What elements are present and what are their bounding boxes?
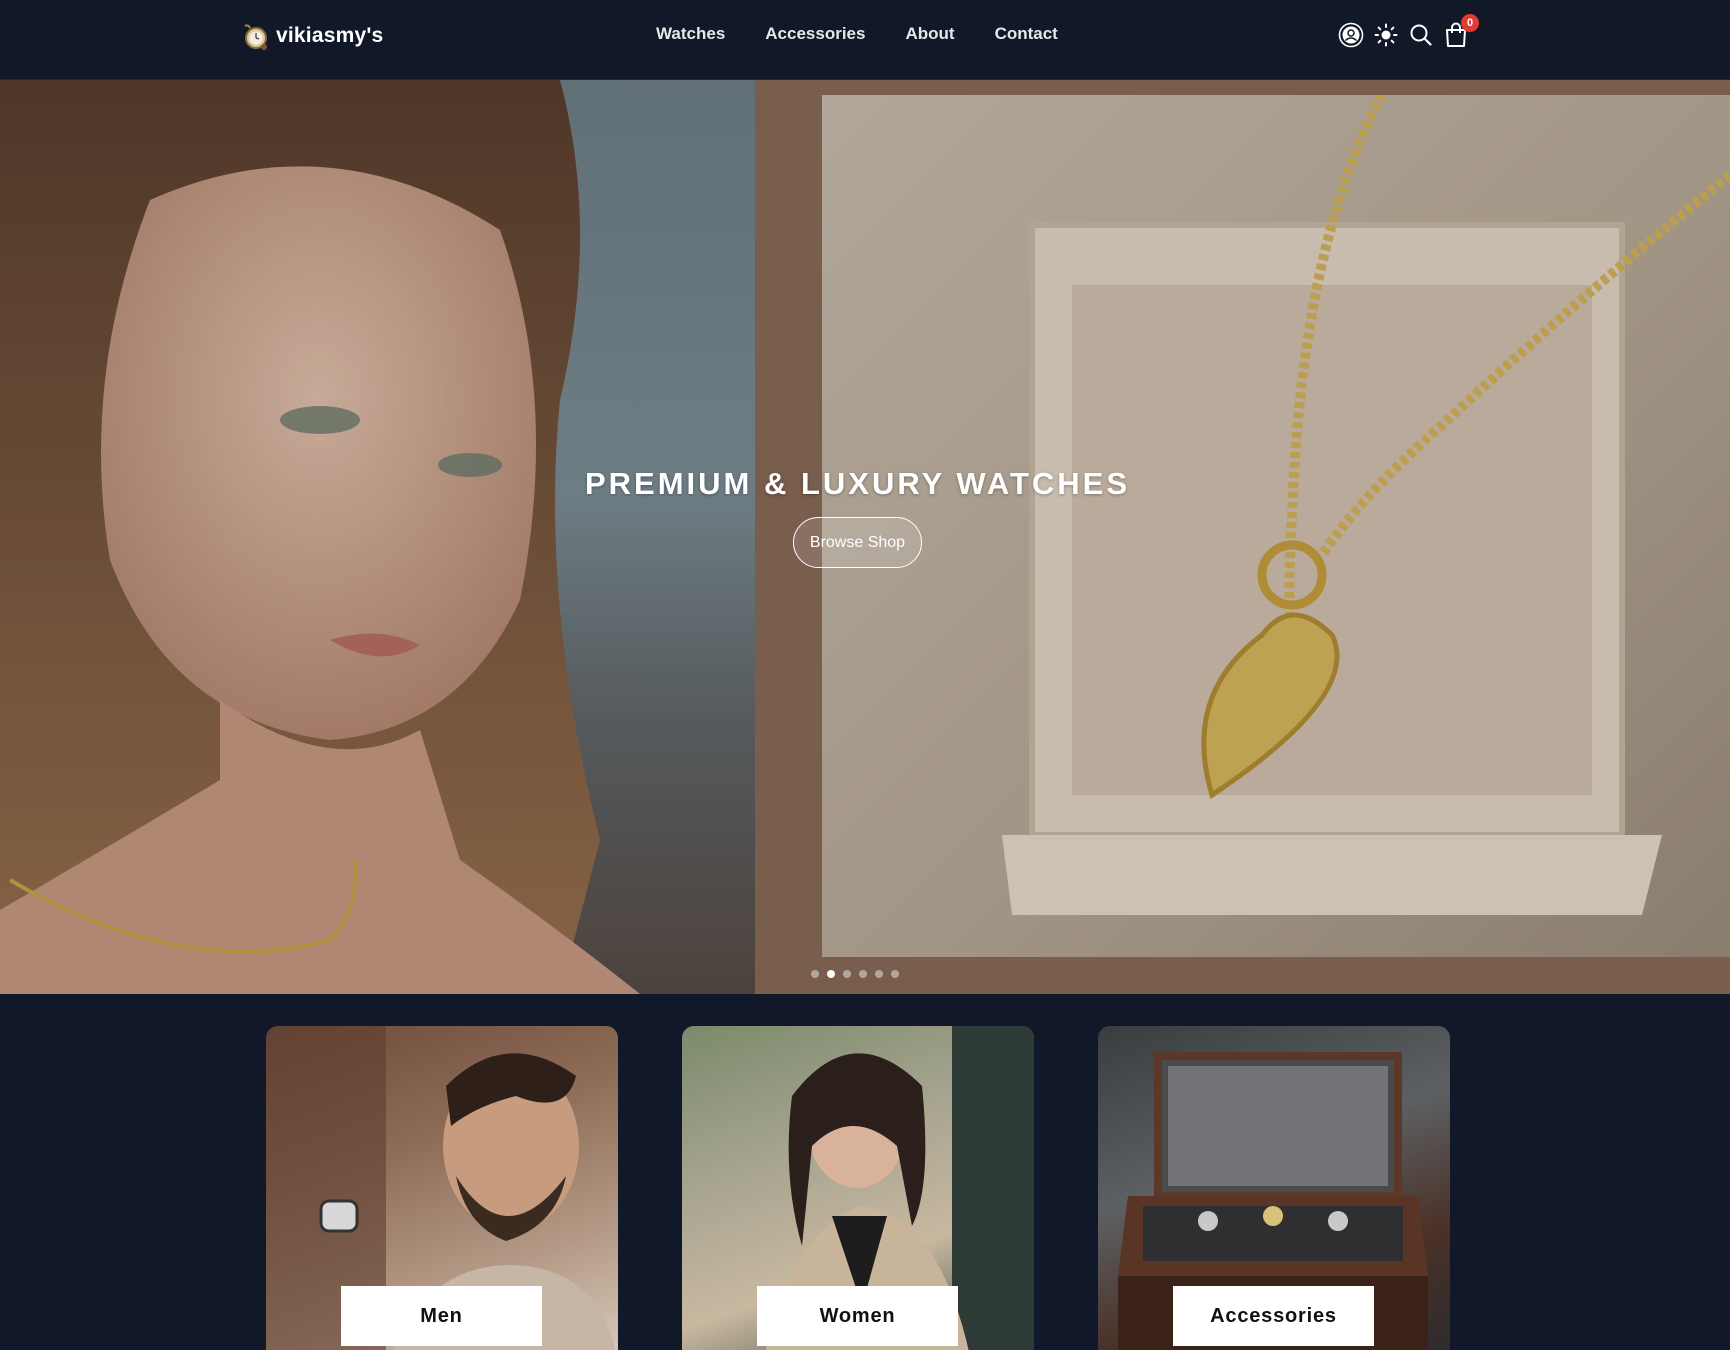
category-label-accessories: Accessories xyxy=(1173,1286,1374,1346)
cart-button[interactable]: 0 xyxy=(1443,14,1479,48)
account-button[interactable] xyxy=(1338,22,1364,48)
search-icon xyxy=(1410,24,1432,46)
theme-toggle[interactable] xyxy=(1373,22,1399,48)
carousel-dot-5[interactable] xyxy=(875,970,883,978)
user-circle-icon xyxy=(1338,22,1364,48)
nav-about[interactable]: About xyxy=(905,24,954,44)
category-cards: Men Women Accessories xyxy=(0,1026,1730,1350)
pocket-watch-icon xyxy=(240,21,270,51)
brand-logo[interactable]: vikiasmy's xyxy=(240,21,383,51)
category-card-accessories[interactable]: Accessories xyxy=(1098,1026,1450,1350)
carousel-dots xyxy=(811,970,899,978)
browse-shop-button[interactable]: Browse Shop xyxy=(793,517,922,568)
cart-count-badge: 0 xyxy=(1461,14,1479,32)
category-card-men[interactable]: Men xyxy=(266,1026,618,1350)
carousel-dot-2[interactable] xyxy=(827,970,835,978)
category-card-women[interactable]: Women xyxy=(682,1026,1034,1350)
nav-watches[interactable]: Watches xyxy=(656,24,725,44)
search-button[interactable] xyxy=(1408,22,1434,48)
nav-contact[interactable]: Contact xyxy=(995,24,1058,44)
carousel-dot-1[interactable] xyxy=(811,970,819,978)
category-label-women: Women xyxy=(757,1286,958,1346)
hero-title: PREMIUM & LUXURY WATCHES xyxy=(584,466,1131,501)
header-actions: 0 xyxy=(1338,14,1479,48)
brand-name: vikiasmy's xyxy=(276,24,384,47)
carousel-dot-4[interactable] xyxy=(859,970,867,978)
main-nav: Watches Accessories About Contact xyxy=(656,24,1058,44)
nav-accessories[interactable]: Accessories xyxy=(765,24,865,44)
carousel-dot-3[interactable] xyxy=(843,970,851,978)
sun-icon xyxy=(1374,23,1398,47)
site-header: vikiasmy's Watches Accessories About Con… xyxy=(0,0,1730,80)
carousel-dot-6[interactable] xyxy=(891,970,899,978)
category-label-men: Men xyxy=(341,1286,542,1346)
hero-carousel: PREMIUM & LUXURY WATCHES Browse Shop xyxy=(0,80,1730,994)
